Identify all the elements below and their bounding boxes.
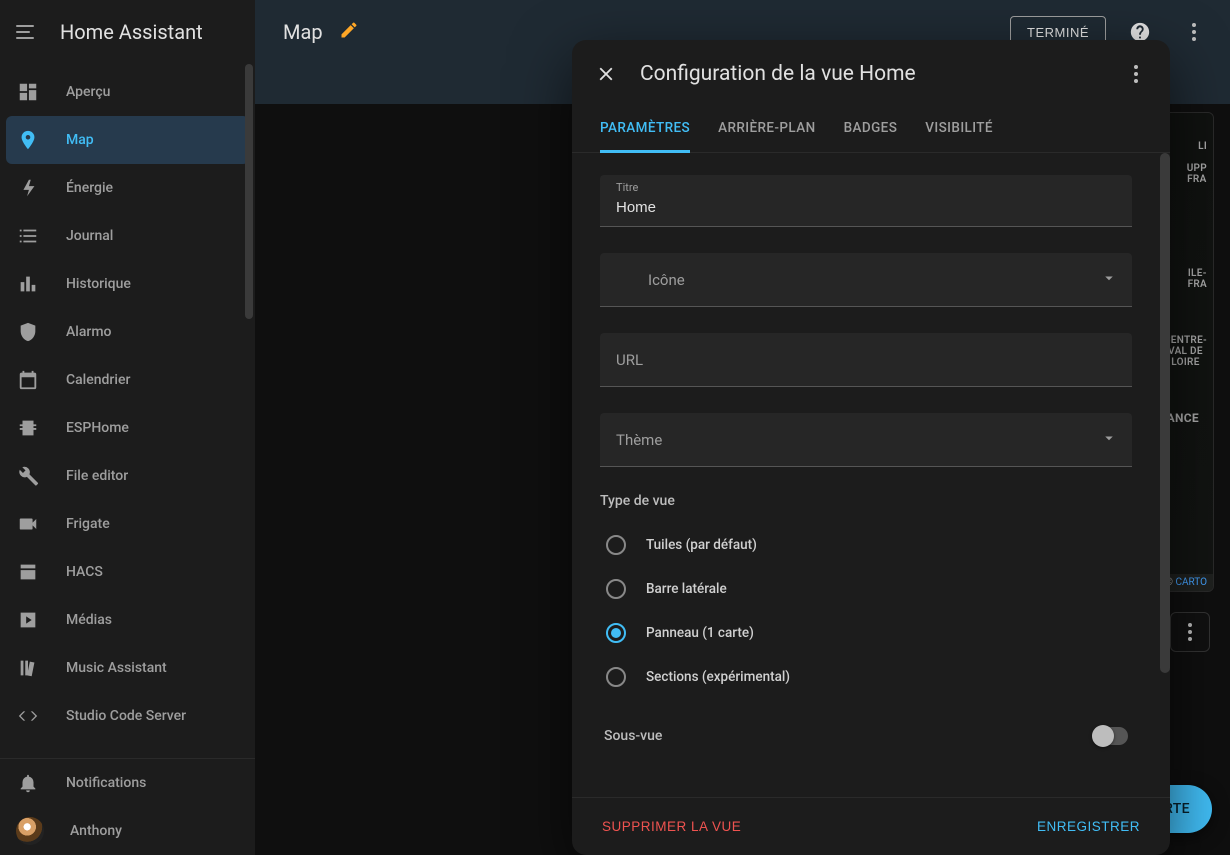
sidebar-item-notifications[interactable]: Notifications bbox=[0, 759, 255, 807]
calendar-icon bbox=[16, 368, 40, 392]
radio-label: Sections (expérimental) bbox=[646, 669, 790, 685]
sidebar-item-history[interactable]: Historique bbox=[6, 260, 249, 308]
viewtype-sidebar[interactable]: Barre latérale bbox=[600, 567, 1132, 611]
sidebar-item-label: Calendrier bbox=[66, 372, 130, 388]
sidebar-item-label: Journal bbox=[66, 228, 113, 244]
sidebar-item-musicassistant[interactable]: Music Assistant bbox=[6, 644, 249, 692]
icon-field[interactable]: Icône bbox=[600, 253, 1132, 307]
radio[interactable] bbox=[606, 535, 626, 555]
title-input[interactable] bbox=[600, 175, 1132, 226]
sidebar-item-logbook[interactable]: Journal bbox=[6, 212, 249, 260]
play-icon bbox=[16, 608, 40, 632]
sidebar-item-label: Énergie bbox=[66, 180, 113, 196]
viewtype-panel[interactable]: Panneau (1 carte) bbox=[600, 611, 1132, 655]
menu-toggle[interactable] bbox=[16, 20, 40, 44]
sidebar-item-label: Music Assistant bbox=[66, 660, 167, 676]
sidebar-item-label: Map bbox=[66, 132, 94, 148]
sidebar-item-label: Médias bbox=[66, 612, 112, 628]
sidebar-item-label: Notifications bbox=[66, 775, 146, 791]
radio[interactable] bbox=[606, 623, 626, 643]
sidebar-item-label: ESPHome bbox=[66, 420, 129, 436]
sidebar-item-hacs[interactable]: HACS bbox=[6, 548, 249, 596]
sidebar-item-label: File editor bbox=[66, 468, 128, 484]
sidebar-item-codeserver[interactable]: Studio Code Server bbox=[6, 692, 249, 740]
viewtype-sections[interactable]: Sections (expérimental) bbox=[600, 655, 1132, 699]
bell-icon bbox=[16, 771, 40, 795]
viewtype-tiles[interactable]: Tuiles (par défaut) bbox=[600, 523, 1132, 567]
sidebar-item-label: Aperçu bbox=[66, 84, 110, 100]
delete-view-button[interactable]: SUPPRIMER LA VUE bbox=[592, 811, 751, 842]
app-title: Home Assistant bbox=[60, 20, 203, 44]
theme-input[interactable] bbox=[600, 413, 1132, 466]
sidebar-item-label: Studio Code Server bbox=[66, 708, 186, 724]
sidebar-item-frigate[interactable]: Frigate bbox=[6, 500, 249, 548]
url-field[interactable]: URL bbox=[600, 333, 1132, 387]
sidebar-item-alarmo[interactable]: Alarmo bbox=[6, 308, 249, 356]
chip-icon bbox=[16, 416, 40, 440]
tab-background[interactable]: ARRIÈRE-PLAN bbox=[718, 108, 815, 152]
sidebar-item-map[interactable]: Map bbox=[6, 116, 249, 164]
sidebar-item-overview[interactable]: Aperçu bbox=[6, 68, 249, 116]
chevron-down-icon bbox=[1100, 269, 1118, 291]
dashboard-icon bbox=[16, 80, 40, 104]
url-input[interactable] bbox=[600, 333, 1132, 386]
dialog-scrollbar[interactable] bbox=[1160, 153, 1170, 673]
bolt-icon bbox=[16, 176, 40, 200]
sidebar-item-calendar[interactable]: Calendrier bbox=[6, 356, 249, 404]
radio[interactable] bbox=[606, 667, 626, 687]
sidebar-item-label: Alarmo bbox=[66, 324, 112, 340]
shield-icon bbox=[16, 320, 40, 344]
title-field[interactable]: Titre bbox=[600, 175, 1132, 227]
radio[interactable] bbox=[606, 579, 626, 599]
sidebar-item-esphome[interactable]: ESPHome bbox=[6, 404, 249, 452]
save-button[interactable]: ENREGISTRER bbox=[1027, 811, 1150, 842]
tab-badges[interactable]: BADGES bbox=[844, 108, 898, 152]
wrench-icon bbox=[16, 464, 40, 488]
close-icon[interactable] bbox=[590, 58, 622, 90]
camera-icon bbox=[16, 512, 40, 536]
profile-name: Anthony bbox=[70, 823, 122, 839]
subview-switch[interactable] bbox=[1092, 727, 1128, 745]
view-config-dialog: Configuration de la vue Home PARAMÈTRES … bbox=[572, 40, 1170, 855]
avatar bbox=[16, 817, 44, 845]
sidebar-item-media[interactable]: Médias bbox=[6, 596, 249, 644]
dialog-more-icon[interactable] bbox=[1120, 58, 1152, 90]
map-icon bbox=[16, 128, 40, 152]
radio-label: Tuiles (par défaut) bbox=[646, 537, 757, 553]
sidebar-scrollbar[interactable] bbox=[245, 64, 253, 758]
radio-label: Panneau (1 carte) bbox=[646, 625, 754, 641]
sidebar-item-label: Frigate bbox=[66, 516, 110, 532]
library-icon bbox=[16, 656, 40, 680]
chart-icon bbox=[16, 272, 40, 296]
subview-label: Sous-vue bbox=[604, 728, 662, 744]
store-icon bbox=[16, 560, 40, 584]
chevron-down-icon bbox=[1100, 429, 1118, 451]
sidebar-item-label: HACS bbox=[66, 564, 103, 580]
view-type-label: Type de vue bbox=[600, 493, 1132, 509]
dialog-title: Configuration de la vue Home bbox=[640, 62, 1102, 86]
theme-field[interactable]: Thème bbox=[600, 413, 1132, 467]
radio-label: Barre latérale bbox=[646, 581, 727, 597]
tab-visibility[interactable]: VISIBILITÉ bbox=[925, 108, 993, 152]
tab-settings[interactable]: PARAMÈTRES bbox=[600, 108, 690, 153]
list-icon bbox=[16, 224, 40, 248]
sidebar-item-energy[interactable]: Énergie bbox=[6, 164, 249, 212]
code-icon bbox=[16, 704, 40, 728]
sidebar-item-profile[interactable]: Anthony bbox=[0, 807, 255, 855]
sidebar-item-fileeditor[interactable]: File editor bbox=[6, 452, 249, 500]
icon-input[interactable] bbox=[600, 253, 1132, 306]
sidebar-item-label: Historique bbox=[66, 276, 131, 292]
